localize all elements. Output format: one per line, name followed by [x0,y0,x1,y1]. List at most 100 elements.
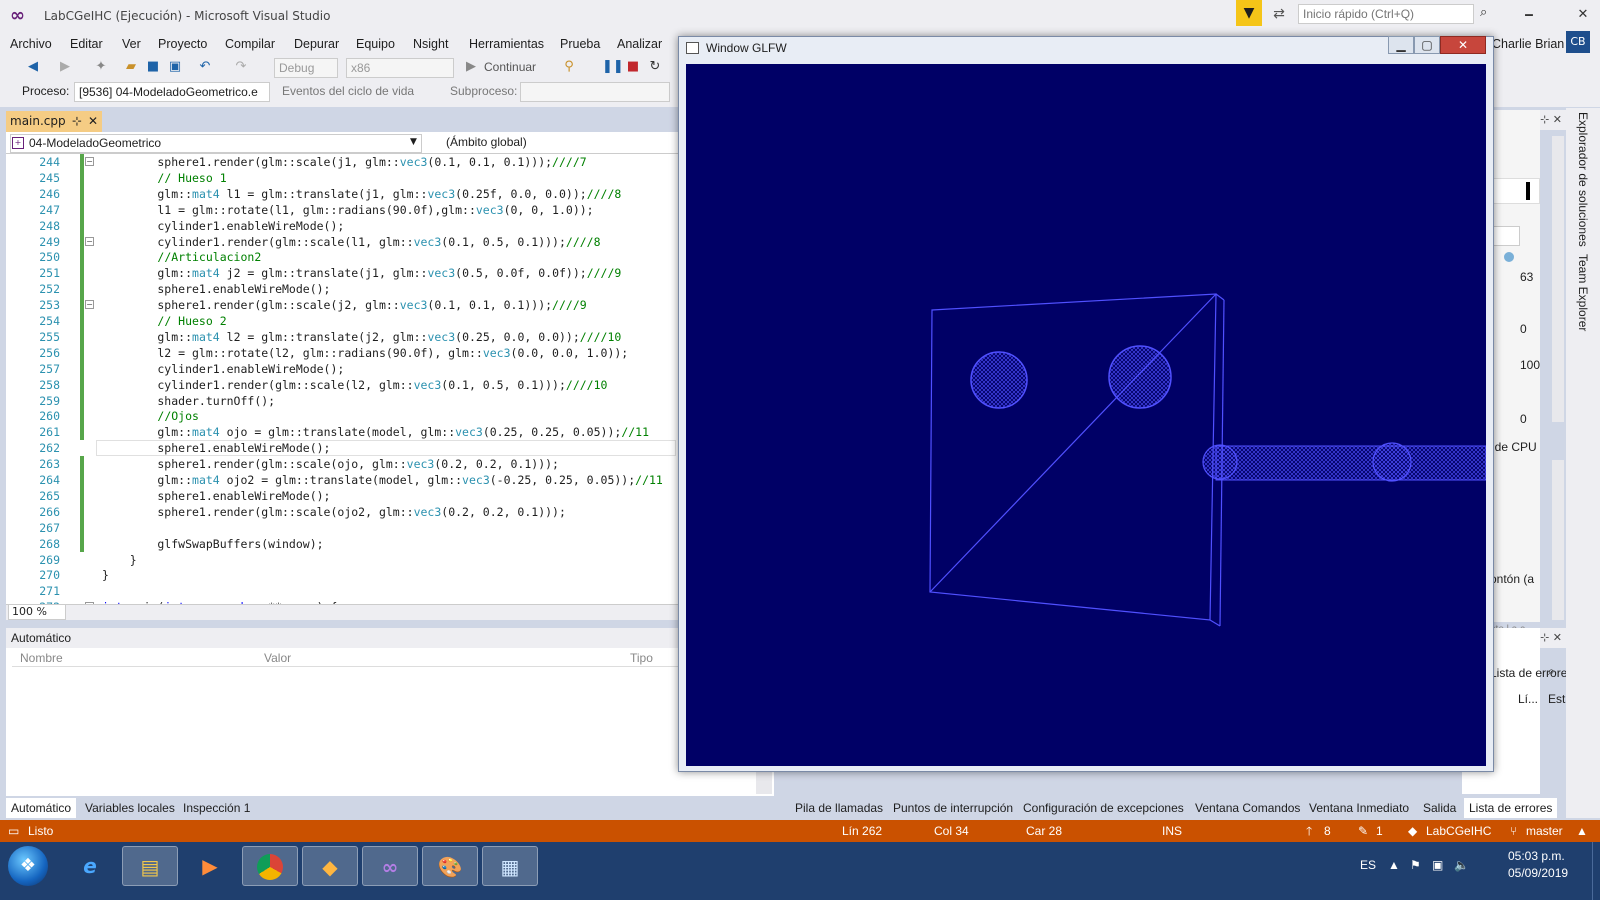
back-icon[interactable]: ◀ [24,58,42,76]
menu-analizar[interactable]: Analizar [617,33,662,55]
code-line[interactable]: glm::mat4 l1 = glm::translate(j1, glm::v… [102,186,621,202]
chrome-icon[interactable] [242,846,298,886]
code-line[interactable]: // Hueso 1 [102,170,226,186]
code-line[interactable]: //Articulacion2 [102,249,261,265]
branch-icon[interactable]: ⑂ [1510,820,1517,842]
tab-command-window[interactable]: Ventana Comandos [1190,798,1305,818]
code-line[interactable]: sphere1.enableWireMode(); [102,440,330,456]
code-line[interactable]: l2 = glm::rotate(l2, glm::radians(90.0f)… [102,345,628,361]
code-line[interactable]: sphere1.render(glm::scale(ojo2, glm::vec… [102,504,566,520]
error-search-label[interactable]: Lista de errores [1490,666,1573,680]
diagnostics-scrollbar[interactable] [1552,136,1564,422]
glfw-window-taskbar-icon[interactable]: ▦ [482,846,538,886]
code-line[interactable]: } [102,567,109,583]
quick-launch-input[interactable] [1298,4,1474,24]
global-scope-combo[interactable]: (Ámbito global) [426,134,676,153]
thread-combo[interactable] [520,82,670,102]
code-line[interactable]: sphere1.enableWireMode(); [102,488,330,504]
code-line[interactable]: cylinder1.enableWireMode(); [102,361,344,377]
clock-time[interactable]: 05:03 p.m. [1508,849,1565,863]
tab-main-cpp[interactable]: main.cpp ⊹ ✕ [6,111,102,132]
tray-expand-icon[interactable]: ▲ [1388,858,1400,872]
opengl-viewport[interactable] [686,64,1487,766]
unpushed-count[interactable]: 8 [1324,820,1331,842]
close-button[interactable]: ✕ [1566,4,1600,26]
pin-icon[interactable]: ⊹ [72,111,82,132]
fold-toggle-icon[interactable]: − [85,236,94,246]
tab-breakpoints[interactable]: Puntos de interrupción [888,798,1018,818]
flag-icon[interactable]: ⚑ [1410,858,1421,872]
internet-explorer-icon[interactable]: e [62,846,118,886]
menu-nsight[interactable]: Nsight [413,33,448,55]
code-line[interactable]: glfwSwapBuffers(window); [102,536,323,552]
code-line[interactable]: sphere1.render(glm::scale(j2, glm::vec3(… [102,297,586,313]
chevron-down-icon[interactable]: ▼ [410,137,417,147]
code-line[interactable]: glm::mat4 ojo = glm::translate(model, gl… [102,424,649,440]
menu-prueba[interactable]: Prueba [560,33,600,55]
code-line[interactable]: shader.turnOff(); [102,393,275,409]
pending-changes-count[interactable]: 1 [1376,820,1383,842]
zoom-combo[interactable]: 100 % [8,604,66,620]
media-player-icon[interactable]: ▶ [182,846,238,886]
code-line[interactable]: sphere1.render(glm::scale(j1, glm::vec3(… [102,154,586,170]
git-tool-icon[interactable]: ◆ [302,846,358,886]
lifecycle-events-button[interactable]: Eventos del ciclo de vida [282,84,414,98]
menu-depurar[interactable]: Depurar [294,33,339,55]
process-combo[interactable]: [9536] 04-ModeladoGeometrico.e [74,82,270,102]
search-icon[interactable]: ⌕ [1480,5,1487,20]
solution-explorer-tab[interactable]: Explorador de soluciones [1576,112,1590,247]
code-line[interactable]: // Hueso 2 [102,313,226,329]
tab-immediate-window[interactable]: Ventana Inmediato [1304,798,1414,818]
tab-watch1[interactable]: Inspección 1 [178,798,255,818]
stop-icon[interactable]: ■ [624,58,642,76]
find-icon[interactable]: ⚲ [560,58,578,76]
undo-icon[interactable]: ↶ [196,58,214,76]
tab-locals[interactable]: Variables locales [80,798,180,818]
close-tab-icon[interactable]: ✕ [88,111,98,132]
col-type[interactable]: Tipo [630,650,653,667]
menu-proyecto[interactable]: Proyecto [158,33,207,55]
code-line[interactable]: cylinder1.render(glm::scale(l1, glm::vec… [102,234,600,250]
paint-icon[interactable]: 🎨 [422,846,478,886]
play-icon[interactable]: ▶ [462,58,480,76]
file-explorer-icon[interactable]: ▤ [122,846,178,886]
pause-icon[interactable]: ❚❚ [602,58,624,76]
branch-name[interactable]: master [1526,820,1563,842]
editor-scrollbar[interactable] [6,604,678,620]
project-scope-combo[interactable]: 04-ModeladoGeometrico [10,134,422,153]
avatar[interactable]: CB [1566,31,1590,53]
windows-start-icon[interactable]: ❖ [8,846,48,886]
col-name[interactable]: Nombre [20,650,63,667]
code-line[interactable]: glm::mat4 ojo2 = glm::translate(model, g… [102,472,662,488]
forward-icon[interactable]: ▶ [56,58,74,76]
network-icon[interactable]: ▣ [1432,858,1443,872]
col-line[interactable]: Lí... [1518,692,1538,706]
repo-icon[interactable]: ◆ [1408,820,1417,842]
code-line[interactable]: } [102,552,137,568]
code-line[interactable]: glm::mat4 j2 = glm::translate(j1, glm::v… [102,265,621,281]
menu-herramientas[interactable]: Herramientas [469,33,544,55]
col-value[interactable]: Valor [264,650,291,667]
code-line[interactable]: glm::mat4 l2 = glm::translate(j2, glm::v… [102,329,621,345]
notifications-filter-icon[interactable]: ▼ [1236,0,1262,26]
new-project-icon[interactable]: ✦ [92,58,110,76]
code-line[interactable]: sphere1.enableWireMode(); [102,281,330,297]
save-all-icon[interactable]: ▣ [166,58,184,76]
repo-name[interactable]: LabCGeIHC [1426,820,1491,842]
menu-archivo[interactable]: Archivo [10,33,52,55]
open-folder-icon[interactable]: ▰ [122,58,140,76]
code-line[interactable]: l1 = glm::rotate(l1, glm::radians(90.0f)… [102,202,593,218]
tab-exception-settings[interactable]: Configuración de excepciones [1018,798,1189,818]
platform-combo[interactable]: x86 [346,58,454,78]
volume-icon[interactable]: 🔈 [1454,858,1469,872]
restart-icon[interactable]: ↻ [646,58,664,76]
language-indicator[interactable]: ES [1360,858,1376,872]
fold-toggle-icon[interactable]: − [85,300,94,310]
team-explorer-tab[interactable]: Team Explorer [1576,254,1590,331]
config-combo[interactable]: Debug [274,58,338,78]
arrow-up-icon[interactable]: 🡑 [1306,820,1312,842]
glfw-maximize-button[interactable]: ▢ [1414,36,1440,54]
code-line[interactable]: cylinder1.render(glm::scale(l2, glm::vec… [102,377,607,393]
code-line[interactable]: sphere1.render(glm::scale(ojo, glm::vec3… [102,456,559,472]
search-icon[interactable]: ⌕ [1548,664,1555,679]
